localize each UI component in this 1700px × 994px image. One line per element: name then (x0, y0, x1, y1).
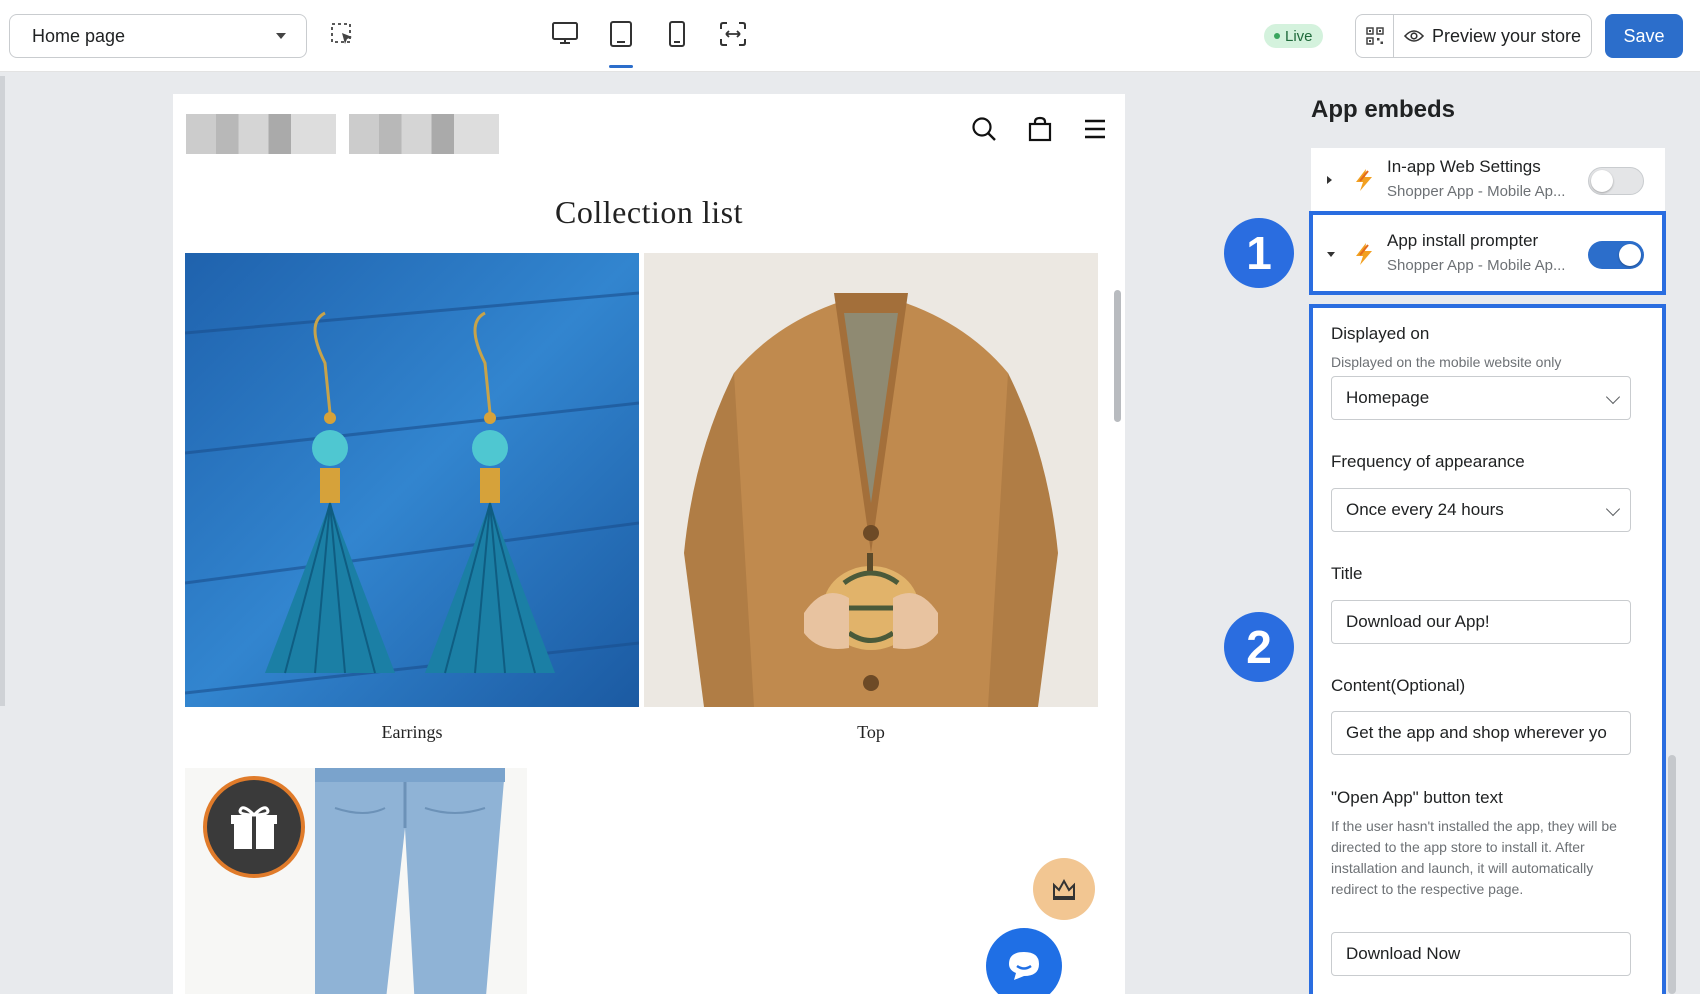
mobile-view-icon[interactable] (662, 18, 692, 50)
store-preview: Collection list Earrings Top (173, 94, 1125, 994)
panel-title: App embeds (1311, 96, 1456, 123)
device-switcher (550, 18, 748, 68)
embed-card-in-app-web-settings: In-app Web Settings Shopper App - Mobile… (1311, 148, 1665, 214)
chat-widget-button[interactable] (986, 928, 1062, 994)
collection-label-top[interactable]: Top (644, 722, 1098, 743)
shopping-bag-icon[interactable] (1027, 116, 1053, 147)
gift-widget-button[interactable] (203, 776, 305, 878)
page-selector[interactable]: Home page (9, 14, 307, 58)
desktop-view-icon[interactable] (550, 18, 580, 50)
earrings-image (185, 253, 639, 707)
qr-code-button[interactable] (1356, 15, 1394, 57)
editor-toolbar: Home page Live Preview your store Save (0, 0, 1700, 72)
page-selector-value: Home page (32, 25, 126, 46)
toggle-knob (1591, 170, 1613, 192)
step-marker-1: 1 (1224, 218, 1294, 288)
collection-list-title: Collection list (555, 194, 743, 230)
live-label: Live (1285, 27, 1313, 45)
qr-code-icon (1365, 27, 1384, 45)
gift-icon (231, 806, 277, 849)
embed-subtitle: Shopper App - Mobile Ap... (1387, 183, 1566, 200)
preview-group: Preview your store (1355, 14, 1593, 58)
preview-store-label: Preview your store (1432, 25, 1582, 46)
step-marker-2: 2 (1224, 612, 1294, 682)
collection-label-earrings[interactable]: Earrings (185, 722, 639, 743)
caret-down-icon (276, 33, 286, 39)
store-logo-blurred (186, 114, 336, 154)
embed-row-in-app-web-settings[interactable]: In-app Web Settings Shopper App - Mobile… (1311, 145, 1665, 215)
collection-tile-earrings[interactable] (185, 253, 639, 707)
live-status-badge: Live (1264, 24, 1323, 48)
embed-toggle-in-app-web-settings[interactable] (1588, 167, 1644, 195)
fullscreen-icon[interactable] (718, 18, 748, 50)
live-dot-icon (1274, 33, 1280, 39)
expand-arrow-icon[interactable] (1327, 176, 1332, 184)
loyalty-widget-button[interactable] (1033, 858, 1095, 920)
crown-icon (1053, 878, 1075, 900)
cardigan-image (644, 253, 1098, 707)
hamburger-menu-icon[interactable] (1083, 116, 1107, 147)
embed-name: In-app Web Settings (1387, 157, 1541, 176)
panel-scrollbar[interactable] (1668, 755, 1676, 994)
search-icon[interactable] (971, 116, 997, 147)
left-edge-bar (0, 76, 5, 706)
tablet-view-icon[interactable] (606, 18, 636, 68)
preview-store-button[interactable]: Preview your store (1394, 15, 1591, 57)
highlight-box-settings (1309, 304, 1666, 994)
save-button[interactable]: Save (1605, 14, 1683, 58)
inspector-select-icon[interactable] (330, 22, 356, 48)
store-header-icons (971, 116, 1107, 147)
highlight-box-embed (1309, 211, 1666, 295)
store-logo-blurred-2 (349, 114, 499, 154)
collection-tile-top[interactable] (644, 253, 1098, 707)
chat-icon (1009, 952, 1039, 980)
canvas-scrollbar[interactable] (1114, 290, 1121, 422)
shopper-app-bolt-icon (1356, 169, 1372, 191)
eye-icon (1404, 30, 1424, 42)
